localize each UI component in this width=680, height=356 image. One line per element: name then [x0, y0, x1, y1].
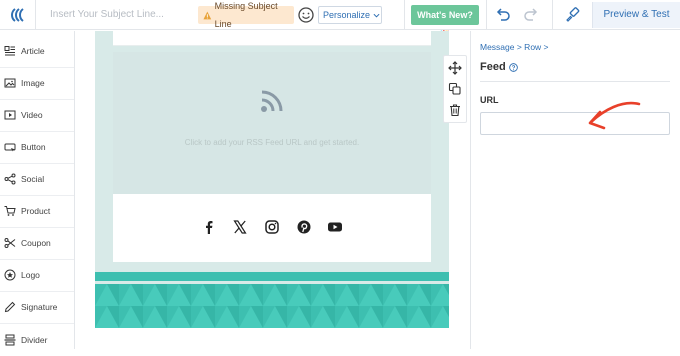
pinterest-icon[interactable]: [297, 220, 311, 234]
youtube-icon[interactable]: [327, 220, 343, 234]
sidebar-item-label: Divider: [21, 334, 48, 345]
red-arrow-annotation: [588, 101, 641, 130]
button-icon: [4, 143, 16, 152]
sidebar-item-label: Logo: [21, 270, 40, 281]
logo-icon: [10, 8, 24, 22]
whats-new-button[interactable]: What's New? 🎉: [411, 5, 479, 40]
sidebar-item-logo[interactable]: Logo: [0, 260, 74, 292]
divider-icon: [4, 334, 16, 346]
top-toolbar: Insert Your Subject Line... Missing Subj…: [0, 0, 680, 40]
facebook-icon[interactable]: [202, 220, 216, 234]
preview-test-button[interactable]: Preview & Test: [592, 2, 680, 28]
sidebar-item-product[interactable]: Product: [0, 196, 74, 228]
footer-strip: [95, 272, 449, 281]
missing-subject-badge: Missing Subject Line: [198, 1, 294, 29]
sidebar-item-social[interactable]: Social: [0, 164, 74, 196]
emoji-icon[interactable]: [297, 6, 315, 24]
block-tools: [443, 55, 467, 123]
image-icon: [4, 78, 16, 88]
trash-icon[interactable]: [448, 103, 462, 117]
redo-icon[interactable]: [522, 6, 540, 24]
warning-icon: [203, 11, 212, 19]
subject-input[interactable]: Insert Your Subject Line...: [44, 5, 194, 25]
paint-brush-icon[interactable]: [563, 6, 581, 24]
breadcrumb[interactable]: Message > Row >: [480, 42, 549, 52]
triangle-pattern: [95, 284, 449, 328]
share-icon: [4, 173, 16, 185]
sidebar-item-coupon[interactable]: Coupon: [0, 228, 74, 260]
sidebar-item-label: Image: [21, 78, 45, 89]
block-sidebar: Article Image Video Button Social Produc…: [0, 31, 75, 349]
cart-icon: [4, 206, 16, 217]
sidebar-item-label: Article: [21, 46, 45, 57]
pen-icon: [4, 302, 16, 313]
rss-hint-text: Click to add your RSS Feed URL and get s…: [184, 138, 360, 147]
undo-icon[interactable]: [494, 6, 512, 24]
panel-divider: [480, 81, 670, 82]
sidebar-item-divider[interactable]: Divider: [0, 324, 74, 356]
sidebar-item-label: Product: [21, 206, 51, 217]
sidebar-item-label: Signature: [21, 302, 58, 313]
x-icon[interactable]: [233, 220, 247, 234]
social-icons-block[interactable]: [113, 194, 431, 262]
personalize-dropdown[interactable]: Personalize: [318, 6, 382, 24]
sidebar-item-video[interactable]: Video: [0, 100, 74, 132]
rss-icon: [261, 90, 283, 112]
move-icon[interactable]: [448, 61, 462, 75]
settings-panel: [470, 31, 680, 349]
scissors-icon: [4, 238, 16, 249]
instagram-icon[interactable]: [265, 220, 279, 234]
sidebar-item-signature[interactable]: Signature: [0, 292, 74, 324]
sidebar-item-label: Coupon: [21, 238, 51, 249]
help-icon[interactable]: [509, 63, 518, 72]
email-header-block[interactable]: [113, 31, 431, 46]
sidebar-item-button[interactable]: Button: [0, 132, 74, 164]
duplicate-icon[interactable]: [448, 82, 462, 96]
sidebar-item-label: Video: [21, 110, 43, 121]
toolbar-divider: [552, 0, 553, 30]
warning-label: Missing Subject Line: [214, 1, 278, 29]
url-label: URL: [480, 95, 499, 105]
app-logo[interactable]: [0, 0, 36, 30]
panel-title: Feed: [480, 61, 506, 73]
sidebar-item-label: Social: [21, 174, 45, 185]
personalize-label: Personalize: [323, 10, 371, 20]
video-icon: [4, 110, 16, 120]
chevron-down-icon: [373, 13, 380, 18]
toolbar-divider: [404, 0, 405, 30]
sidebar-item-image[interactable]: Image: [0, 68, 74, 100]
rss-feed-block[interactable]: [113, 52, 431, 194]
toolbar-divider: [486, 0, 487, 30]
footer-pattern-block[interactable]: [95, 284, 449, 328]
sidebar-item-label: Button: [21, 142, 46, 153]
article-icon: [4, 46, 15, 56]
sidebar-item-article[interactable]: Article: [0, 36, 74, 68]
star-icon: [4, 269, 16, 281]
